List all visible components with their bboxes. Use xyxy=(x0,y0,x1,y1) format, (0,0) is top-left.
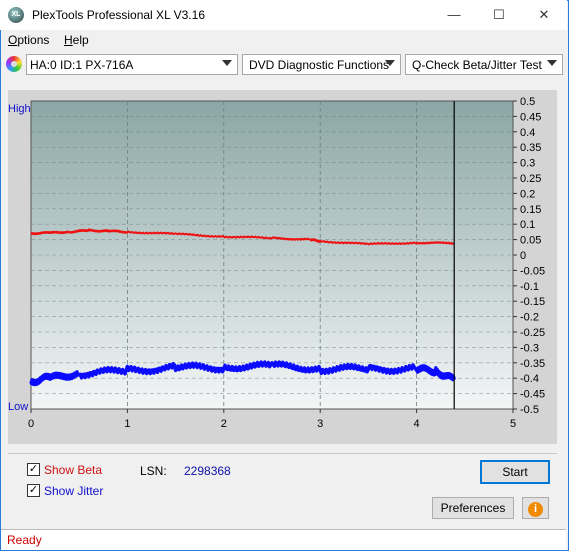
y-tick-label: 0.1 xyxy=(520,219,535,231)
y-tick-label: 0.35 xyxy=(520,142,541,154)
x-tick-label: 4 xyxy=(414,418,420,430)
y-tick-label: 0.3 xyxy=(520,158,535,170)
preferences-button[interactable]: Preferences xyxy=(432,497,514,519)
y-tick-label: -0.25 xyxy=(520,327,545,339)
y-tick-label: 0.05 xyxy=(520,235,541,247)
lsn-label: LSN: xyxy=(140,464,167,478)
x-tick-label: 3 xyxy=(317,418,323,430)
info-button[interactable]: i xyxy=(522,497,549,519)
lsn-value: 2298368 xyxy=(184,464,231,478)
y-tick-label: 0 xyxy=(520,250,526,262)
y-axis-low-label: Low xyxy=(8,401,28,413)
y-tick-label: -0.15 xyxy=(520,296,545,308)
show-beta-label[interactable]: Show Beta xyxy=(44,463,102,477)
y-axis-high-label: High xyxy=(8,103,31,115)
show-beta-checkbox[interactable]: ✓ xyxy=(27,463,40,476)
y-tick-label: 0.4 xyxy=(520,127,535,139)
show-jitter-label[interactable]: Show Jitter xyxy=(44,484,103,498)
beta-jitter-chart: 0 1 2 3 4 5 0.5 0.45 0.4 0.35 0.3 0.25 0.2 0.15 0.1 0.0… xyxy=(8,96,545,430)
status-bar: Ready xyxy=(1,529,566,550)
y-tick-label: 0.45 xyxy=(520,111,541,123)
y-tick-label: -0.4 xyxy=(520,373,539,385)
y-tick-label: -0.1 xyxy=(520,281,539,293)
x-tick-label: 5 xyxy=(510,418,516,430)
y-tick-label: 0.2 xyxy=(520,188,535,200)
start-button[interactable]: Start xyxy=(480,460,550,484)
y-tick-label: 0.15 xyxy=(520,204,541,216)
x-tick-label: 1 xyxy=(124,418,130,430)
y-tick-label: -0.45 xyxy=(520,389,545,401)
y-tick-label: -0.3 xyxy=(520,342,539,354)
status-text: Ready xyxy=(7,533,42,547)
y-tick-label: -0.35 xyxy=(520,358,545,370)
x-tick-label: 0 xyxy=(28,418,34,430)
info-icon: i xyxy=(528,502,543,517)
y-tick-label: -0.2 xyxy=(520,312,539,324)
y-tick-label: -0.5 xyxy=(520,404,539,416)
y-tick-label: 0.5 xyxy=(520,96,535,108)
show-jitter-checkbox[interactable]: ✓ xyxy=(27,484,40,497)
y-tick-label: -0.05 xyxy=(520,265,545,277)
y-tick-label: 0.25 xyxy=(520,173,541,185)
x-tick-label: 2 xyxy=(221,418,227,430)
